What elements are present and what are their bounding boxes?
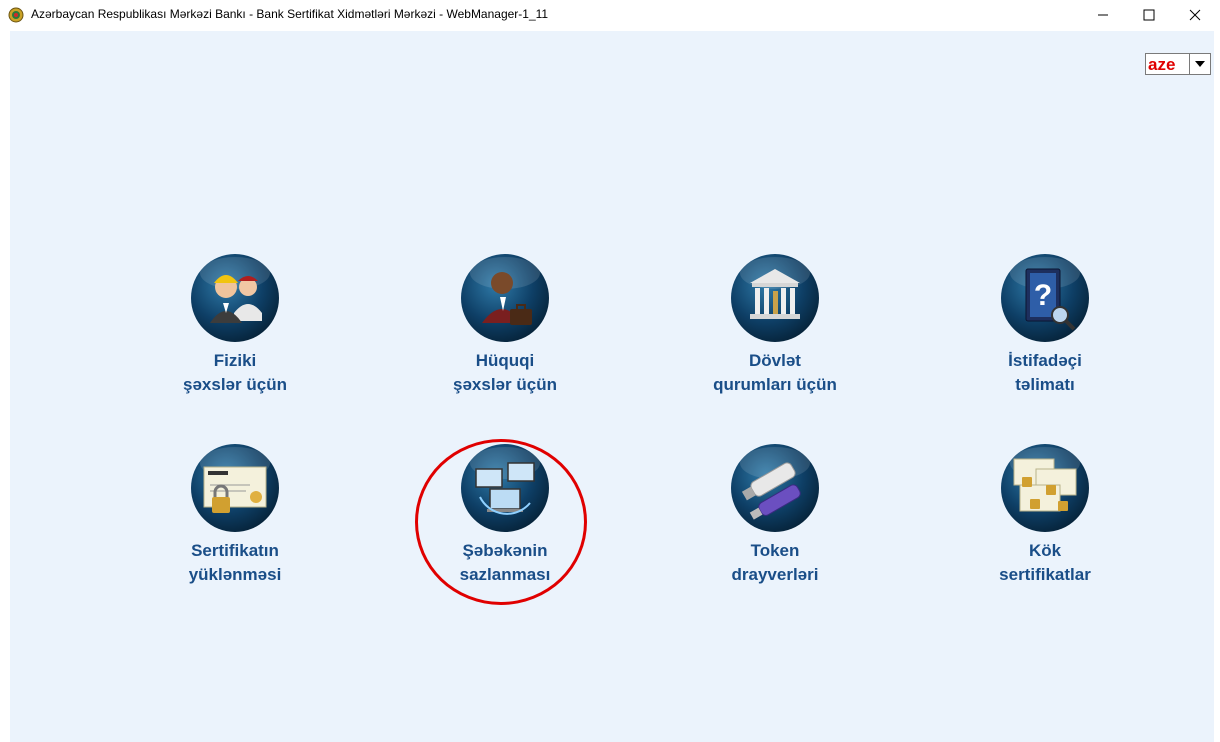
tile-label: Kök sertifikatlar [999,541,1091,584]
tile-label: İstifadəçi təlimatı [1008,351,1082,394]
tile-label: Sertifikatın yüklənməsi [188,541,282,584]
tile-label: Hüquqi şəxslər üçün [453,351,557,394]
window-title: Azərbaycan Respublikası Mərkəzi Bankı - … [31,7,549,21]
tile-label: Dövlət qurumları üçün [713,351,837,394]
coat-of-arms-icon [8,7,24,23]
network-computers-icon [461,444,549,532]
svg-text:?: ? [1034,279,1052,312]
tile-government[interactable]: Dövlət qurumları üçün [685,253,865,413]
certificate-lock-icon [191,444,279,532]
tile-certificate-download[interactable]: Sertifikatın yüklənməsi [145,443,325,603]
chevron-down-icon [1195,61,1205,67]
tile-root-certificates[interactable]: Kök sertifikatlar [955,443,1135,603]
root-certificates-icon [1001,444,1089,532]
help-book-icon: ? [1001,254,1089,342]
language-select[interactable]: aze [1145,53,1211,75]
usb-token-icon [731,444,819,532]
tile-label: Token drayverləri [731,541,819,584]
dropdown-button[interactable] [1189,54,1210,74]
maximize-button[interactable] [1126,0,1172,30]
main-content: aze Fiziki şəxslər üçün Hüquqi şəxslər ü… [10,31,1214,742]
tile-network-settings[interactable]: Şəbəkənin sazlanması [415,443,595,603]
maximize-icon [1143,9,1155,21]
tile-legal-entities[interactable]: Hüquqi şəxslər üçün [415,253,595,413]
tile-token-drivers[interactable]: Token drayverləri [685,443,865,603]
tile-user-guide[interactable]: ? İstifadəçi təlimatı [955,253,1135,413]
close-button[interactable] [1172,0,1218,30]
language-value: aze [1148,55,1176,74]
people-icon [191,254,279,342]
tile-label: Fiziki şəxslər üçün [183,351,287,394]
minimize-icon [1098,14,1108,16]
title-bar: Azərbaycan Respublikası Mərkəzi Bankı - … [0,0,1220,30]
businessman-icon [461,254,549,342]
government-building-icon [731,254,819,342]
close-icon [1189,9,1201,21]
minimize-button[interactable] [1080,0,1126,30]
tile-individuals[interactable]: Fiziki şəxslər üçün [145,253,325,413]
tile-label: Şəbəkənin sazlanması [459,541,551,584]
